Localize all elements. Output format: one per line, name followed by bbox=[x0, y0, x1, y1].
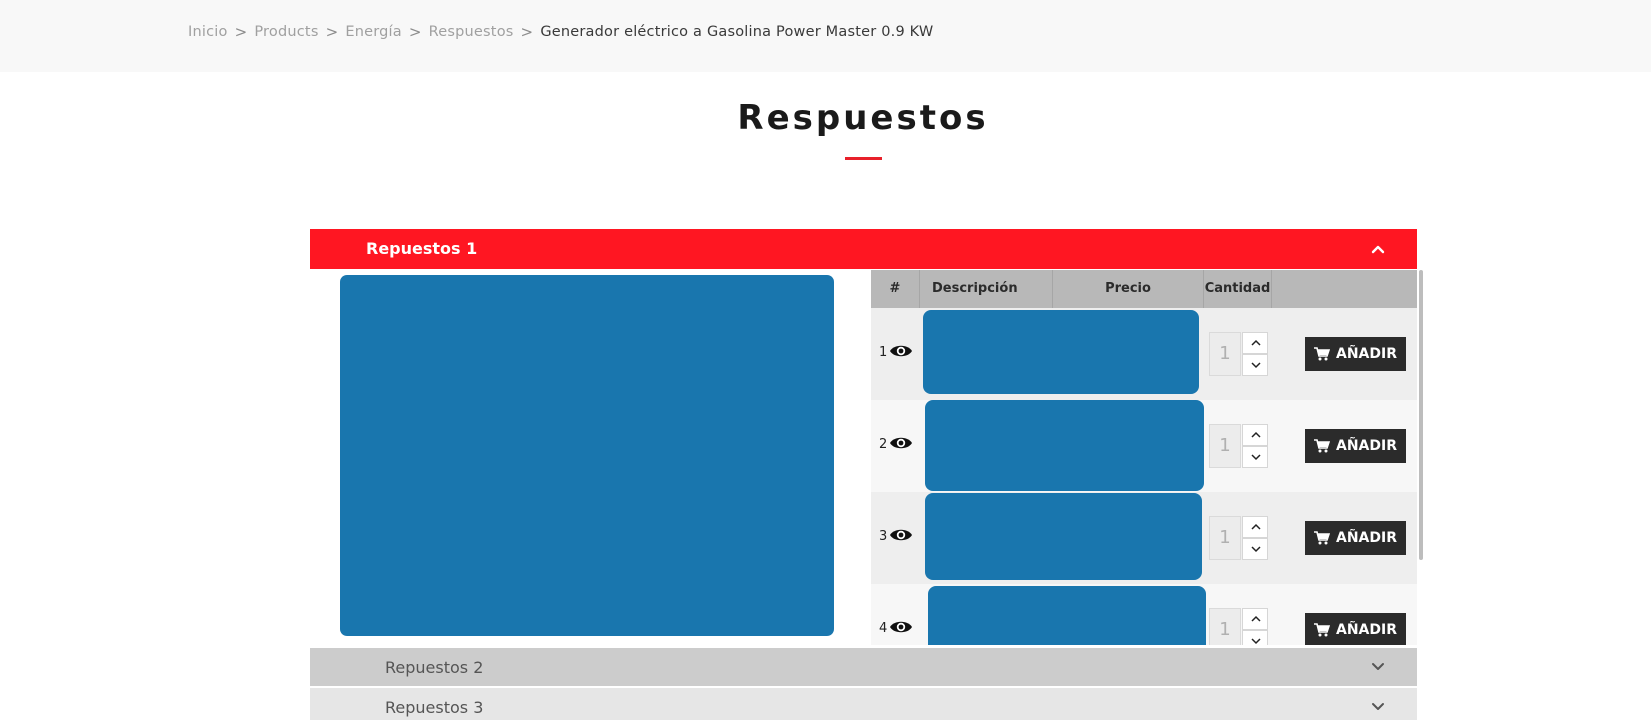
chevron-up-icon bbox=[1371, 245, 1385, 254]
row-number: 3 bbox=[879, 529, 888, 544]
breadcrumb-separator: > bbox=[520, 23, 534, 41]
quantity-decrement-button[interactable] bbox=[1242, 538, 1268, 560]
part-image bbox=[925, 400, 1204, 491]
column-header-price: Precio bbox=[1053, 270, 1204, 308]
column-header-actions bbox=[1272, 270, 1417, 308]
breadcrumb-products[interactable]: Products bbox=[254, 24, 318, 40]
title-underline bbox=[845, 157, 882, 160]
quantity-decrement-button[interactable] bbox=[1242, 630, 1268, 645]
eye-icon[interactable] bbox=[889, 619, 913, 635]
chevron-up-icon bbox=[1251, 339, 1261, 346]
part-image bbox=[925, 493, 1202, 580]
breadcrumb-bar: Inicio > Products > Energía > Respuestos… bbox=[0, 0, 1651, 72]
accordion-header-repuestos-2[interactable]: Repuestos 2 bbox=[310, 648, 1417, 686]
add-button-label: AÑADIR bbox=[1336, 530, 1397, 546]
eye-icon[interactable] bbox=[889, 343, 913, 359]
accordion-label: Repuestos 3 bbox=[385, 698, 484, 717]
eye-icon[interactable] bbox=[889, 435, 913, 451]
column-header-description: Descripción bbox=[920, 270, 1053, 308]
row-number: 4 bbox=[879, 621, 888, 636]
cart-icon bbox=[1314, 347, 1330, 361]
quantity-input[interactable]: 1 bbox=[1209, 424, 1241, 468]
quantity-input[interactable]: 1 bbox=[1209, 516, 1241, 560]
breadcrumb-separator: > bbox=[408, 23, 422, 41]
add-to-cart-button[interactable]: AÑADIR bbox=[1305, 337, 1406, 371]
breadcrumb-separator: > bbox=[234, 23, 248, 41]
row-number: 2 bbox=[879, 437, 888, 452]
table-row: 3 1 AÑADIR bbox=[871, 492, 1417, 584]
chevron-down-icon bbox=[1251, 454, 1261, 461]
part-image bbox=[928, 586, 1206, 645]
breadcrumb-inicio[interactable]: Inicio bbox=[188, 24, 228, 40]
chevron-up-icon bbox=[1251, 431, 1261, 438]
add-button-label: AÑADIR bbox=[1336, 622, 1397, 638]
breadcrumb-current: Generador eléctrico a Gasolina Power Mas… bbox=[540, 24, 934, 40]
accordion-label: Repuestos 2 bbox=[385, 658, 484, 677]
add-to-cart-button[interactable]: AÑADIR bbox=[1305, 521, 1406, 555]
table-row: 4 1 AÑADIR bbox=[871, 584, 1417, 645]
quantity-input[interactable]: 1 bbox=[1209, 608, 1241, 645]
cart-icon bbox=[1314, 623, 1330, 637]
breadcrumb: Inicio > Products > Energía > Respuestos… bbox=[188, 23, 933, 41]
parts-table: # Descripción Precio Cantidad 1 1 AÑADIR… bbox=[871, 270, 1417, 645]
column-header-num: # bbox=[871, 270, 920, 308]
table-row: 2 1 AÑADIR bbox=[871, 400, 1417, 492]
accordion-header-repuestos-1[interactable]: Repuestos 1 bbox=[310, 229, 1417, 269]
quantity-increment-button[interactable] bbox=[1242, 332, 1268, 354]
page-title: Respuestos bbox=[737, 98, 989, 138]
add-button-label: AÑADIR bbox=[1336, 438, 1397, 454]
table-header: # Descripción Precio Cantidad bbox=[871, 270, 1417, 308]
breadcrumb-respuestos[interactable]: Respuestos bbox=[429, 24, 514, 40]
breadcrumb-energia[interactable]: Energía bbox=[345, 24, 402, 40]
accordion-label: Repuestos 1 bbox=[366, 239, 478, 258]
part-image bbox=[923, 310, 1199, 394]
eye-icon[interactable] bbox=[889, 527, 913, 543]
quantity-input[interactable]: 1 bbox=[1209, 332, 1241, 376]
accordion-header-repuestos-3[interactable]: Repuestos 3 bbox=[310, 688, 1417, 720]
row-number: 1 bbox=[879, 345, 888, 360]
chevron-down-icon bbox=[1251, 546, 1261, 553]
table-row: 1 1 AÑADIR bbox=[871, 308, 1417, 400]
chevron-down-icon bbox=[1251, 362, 1261, 369]
spare-parts-image bbox=[340, 275, 834, 636]
add-to-cart-button[interactable]: AÑADIR bbox=[1305, 429, 1406, 463]
chevron-down-icon bbox=[1372, 703, 1384, 710]
chevron-up-icon bbox=[1251, 523, 1261, 530]
chevron-down-icon bbox=[1372, 663, 1384, 670]
quantity-increment-button[interactable] bbox=[1242, 608, 1268, 630]
quantity-increment-button[interactable] bbox=[1242, 516, 1268, 538]
chevron-up-icon bbox=[1251, 615, 1261, 622]
add-button-label: AÑADIR bbox=[1336, 346, 1397, 362]
chevron-down-icon bbox=[1251, 638, 1261, 645]
quantity-increment-button[interactable] bbox=[1242, 424, 1268, 446]
cart-icon bbox=[1314, 531, 1330, 545]
table-scrollbar[interactable] bbox=[1419, 270, 1423, 560]
column-header-quantity: Cantidad bbox=[1204, 270, 1272, 308]
quantity-decrement-button[interactable] bbox=[1242, 446, 1268, 468]
breadcrumb-separator: > bbox=[325, 23, 339, 41]
cart-icon bbox=[1314, 439, 1330, 453]
quantity-decrement-button[interactable] bbox=[1242, 354, 1268, 376]
add-to-cart-button[interactable]: AÑADIR bbox=[1305, 613, 1406, 645]
